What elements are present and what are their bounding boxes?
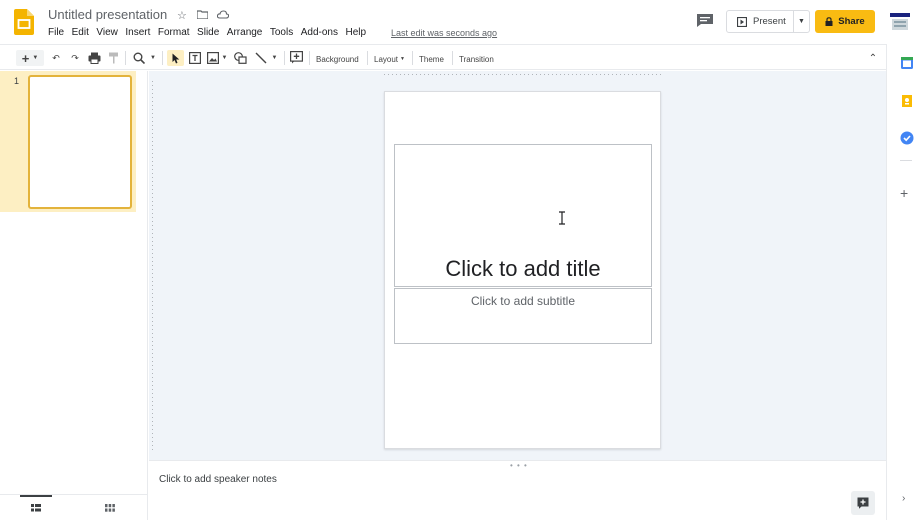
transition-button[interactable]: Transition xyxy=(459,51,494,67)
resize-handle[interactable]: • • • xyxy=(510,461,528,470)
theme-button[interactable]: Theme xyxy=(419,51,444,67)
lock-icon xyxy=(825,17,833,26)
app-header: Untitled presentation ☆ File Edit View I… xyxy=(0,0,924,44)
paint-format-icon[interactable] xyxy=(108,52,119,64)
undo-icon[interactable]: ↶ xyxy=(50,50,62,66)
chevron-down-icon: ▼ xyxy=(798,18,805,25)
plus-icon: + xyxy=(21,50,30,66)
shape-icon[interactable] xyxy=(234,52,247,64)
menu-addons[interactable]: Add-ons xyxy=(301,27,338,38)
menu-bar: File Edit View Insert Format Slide Arran… xyxy=(48,27,374,38)
menu-format[interactable]: Format xyxy=(158,27,190,38)
new-slide-button[interactable]: + ▼ xyxy=(16,50,44,66)
image-icon[interactable] xyxy=(207,52,219,64)
cursor-arrow-icon xyxy=(172,53,179,63)
chevron-down-icon[interactable]: ▼ xyxy=(221,50,228,66)
title-placeholder[interactable]: Click to add title xyxy=(395,256,651,282)
print-icon[interactable] xyxy=(88,52,101,64)
comments-icon[interactable] xyxy=(696,13,714,28)
zoom-icon[interactable] xyxy=(133,52,145,64)
speaker-notes-panel: • • • Click to add speaker notes xyxy=(149,460,886,520)
add-comment-icon[interactable] xyxy=(290,51,303,64)
present-icon xyxy=(737,17,747,27)
add-addon-icon[interactable]: + xyxy=(900,186,908,200)
cloud-saved-icon[interactable] xyxy=(217,10,229,19)
filmstrip-view-switcher xyxy=(0,494,148,520)
explore-button[interactable] xyxy=(851,491,875,515)
menu-slide[interactable]: Slide xyxy=(197,27,219,38)
chevron-up-icon[interactable]: ⌃ xyxy=(867,50,879,66)
menu-insert[interactable]: Insert xyxy=(125,27,150,38)
active-view-indicator xyxy=(20,495,52,497)
select-tool-button[interactable] xyxy=(167,50,184,66)
side-panel: + › xyxy=(886,44,924,520)
slide-number: 1 xyxy=(14,76,20,86)
speaker-notes-input[interactable]: Click to add speaker notes xyxy=(159,474,277,485)
share-label: Share xyxy=(838,16,865,27)
account-avatar[interactable] xyxy=(888,9,912,33)
layout-label: Layout xyxy=(374,54,399,64)
background-button[interactable]: Background xyxy=(316,51,359,67)
menu-view[interactable]: View xyxy=(96,27,118,38)
present-label: Present xyxy=(753,16,786,27)
chevron-down-icon: ▼ xyxy=(400,56,405,62)
chevron-down-icon[interactable]: ▼ xyxy=(149,50,157,66)
subtitle-placeholder-box[interactable]: Click to add subtitle xyxy=(394,288,652,344)
document-title[interactable]: Untitled presentation xyxy=(48,7,167,22)
title-placeholder-box[interactable]: Click to add title xyxy=(394,144,652,287)
chevron-right-icon[interactable]: › xyxy=(902,493,905,504)
chevron-down-icon: ▼ xyxy=(32,55,39,61)
slide-thumbnail[interactable] xyxy=(28,75,132,209)
keep-notes-icon[interactable] xyxy=(900,94,914,108)
subtitle-placeholder[interactable]: Click to add subtitle xyxy=(395,294,651,308)
menu-help[interactable]: Help xyxy=(345,27,366,38)
tasks-icon[interactable] xyxy=(900,131,914,145)
slides-logo-icon[interactable] xyxy=(14,9,34,35)
present-button[interactable]: Present ▼ xyxy=(726,10,810,33)
slide[interactable]: Click to add title Click to add subtitle xyxy=(384,91,661,449)
slide-canvas: Click to add title Click to add subtitle xyxy=(149,71,886,460)
star-icon[interactable]: ☆ xyxy=(177,9,187,22)
redo-icon[interactable]: ↷ xyxy=(69,50,81,66)
chevron-down-icon[interactable]: ▼ xyxy=(271,50,278,66)
layout-button[interactable]: Layout ▼ xyxy=(374,51,405,67)
grid-view-icon[interactable] xyxy=(105,504,115,512)
text-box-icon[interactable] xyxy=(189,52,201,64)
toolbar: + ▼ ↶ ↷ ▼ ▼ ▼ Background Layout ▼ Theme … xyxy=(0,44,886,70)
line-icon[interactable] xyxy=(255,52,267,64)
menu-arrange[interactable]: Arrange xyxy=(227,27,263,38)
share-button[interactable]: Share xyxy=(815,10,875,33)
present-options-button[interactable]: ▼ xyxy=(793,11,809,32)
menu-edit[interactable]: Edit xyxy=(72,27,89,38)
filmstrip-view-icon[interactable] xyxy=(31,504,41,512)
filmstrip-panel: 1 xyxy=(0,71,148,494)
calendar-icon[interactable] xyxy=(900,56,914,70)
side-panel-divider xyxy=(900,160,912,161)
text-cursor-icon xyxy=(559,211,565,225)
explore-icon xyxy=(857,497,869,509)
horizontal-ruler[interactable] xyxy=(384,71,661,79)
menu-file[interactable]: File xyxy=(48,27,64,38)
move-to-folder-icon[interactable] xyxy=(197,10,208,19)
filmstrip-slide-row[interactable]: 1 xyxy=(0,71,136,212)
vertical-ruler[interactable] xyxy=(149,81,157,451)
last-edit-link[interactable]: Last edit was seconds ago xyxy=(391,28,497,38)
menu-tools[interactable]: Tools xyxy=(270,27,293,38)
